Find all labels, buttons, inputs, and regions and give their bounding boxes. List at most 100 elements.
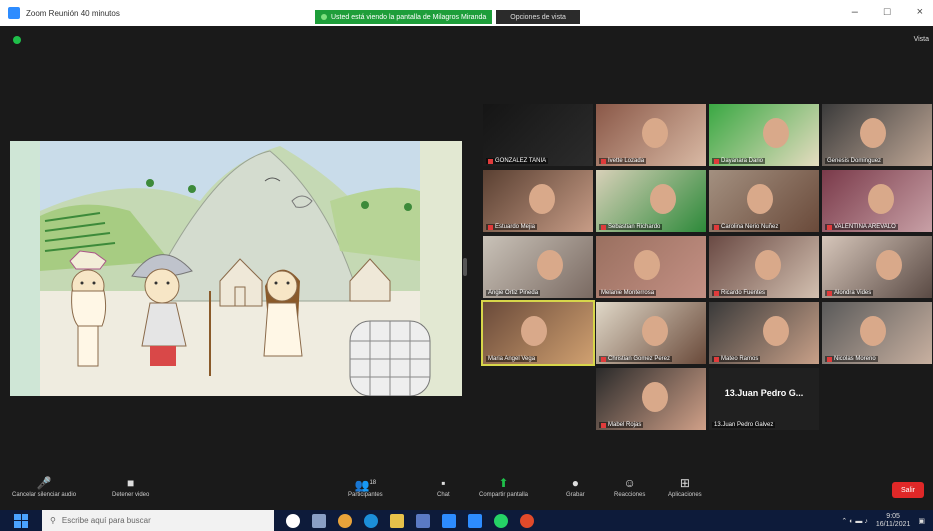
store-icon[interactable] xyxy=(416,513,430,528)
reactions-button[interactable]: ☺ Reacciones xyxy=(614,476,645,498)
participant-tile[interactable]: Maria Angel Vega xyxy=(481,300,595,366)
participant-tile[interactable]: Mabel Rojas xyxy=(596,368,706,430)
security-shield-icon[interactable] xyxy=(13,36,21,44)
participant-tile[interactable]: Ivette Lozada xyxy=(596,104,706,166)
chat-button[interactable]: ▪ Chat xyxy=(437,476,450,498)
participant-video xyxy=(709,368,819,430)
participant-tile[interactable]: Sebastian Richardo xyxy=(596,170,706,232)
windows-taskbar: ⚲ Escribe aquí para buscar ⌃ ◐ ▬ ♪ 9:05 … xyxy=(0,510,933,531)
participants-count: 18 xyxy=(369,480,377,486)
participant-name-label: Mateo Ramos xyxy=(721,356,759,362)
muted-mic-icon xyxy=(827,290,832,296)
participant-video xyxy=(483,104,593,166)
participant-name: Nicolas Moreno xyxy=(825,356,878,362)
participant-tile[interactable]: Angie Ortiz Pineda xyxy=(483,236,593,298)
participants-label: Participantes xyxy=(348,492,383,498)
participants-button[interactable]: 👥18 Participantes xyxy=(348,476,383,498)
participant-name: 13.Juan Pedro Galvez xyxy=(712,422,776,428)
participant-tile[interactable]: Mateo Ramos xyxy=(709,302,819,364)
muted-mic-icon xyxy=(827,356,832,362)
apps-button[interactable]: ⊞ Aplicaciones xyxy=(668,476,702,498)
file-explorer-icon[interactable] xyxy=(390,513,404,528)
participant-tile[interactable]: Ricardo Fuentes xyxy=(709,236,819,298)
whatsapp-icon[interactable] xyxy=(494,513,508,528)
participant-tile[interactable]: Nicolas Moreno xyxy=(822,302,932,364)
apps-label: Aplicaciones xyxy=(668,492,702,498)
participant-face xyxy=(868,184,894,214)
participant-face xyxy=(642,382,668,412)
cortana-icon[interactable] xyxy=(286,513,300,528)
participant-tile[interactable]: Melanie Monterrosa xyxy=(596,236,706,298)
share-screen-icon: ⬆ xyxy=(498,476,509,490)
view-options-button[interactable]: Opciones de vista xyxy=(496,10,580,24)
clock[interactable]: 9:05 16/11/2021 xyxy=(876,513,911,529)
record-label: Grabar xyxy=(566,492,585,498)
participant-face xyxy=(537,250,563,280)
participant-name-label: Angie Ortiz Pineda xyxy=(488,290,539,296)
participant-name-label: Alondra Vides xyxy=(834,290,872,296)
muted-mic-icon xyxy=(601,224,606,230)
clock-time: 9:05 xyxy=(886,513,900,520)
participant-face xyxy=(642,118,668,148)
chrome-icon[interactable] xyxy=(338,513,352,528)
participant-face xyxy=(634,250,660,280)
participant-tile[interactable]: VALENTINA AREVALO xyxy=(822,170,932,232)
mail-icon[interactable] xyxy=(442,513,456,528)
participant-name-label: VALENTINA AREVALO xyxy=(834,224,896,230)
participant-face xyxy=(529,184,555,214)
participant-tile[interactable]: Estuardo Mejia xyxy=(483,170,593,232)
participant-tile[interactable]: Alondra Vides xyxy=(822,236,932,298)
participant-tile[interactable]: GONZALEZ TANIA xyxy=(483,104,593,166)
split-resize-handle[interactable] xyxy=(463,258,467,276)
close-button[interactable]: × xyxy=(917,6,923,18)
meeting-toolbar: 🎤 Cancelar silenciar audio ■ Detener vid… xyxy=(0,472,933,510)
share-screen-button[interactable]: ⬆ Compartir pantalla xyxy=(479,476,528,498)
participant-name: Ivette Lozada xyxy=(599,158,647,164)
record-button[interactable]: ● Grabar xyxy=(566,476,585,498)
mute-button[interactable]: 🎤 Cancelar silenciar audio xyxy=(12,476,76,498)
participant-tile[interactable]: Christian Gomez Perez xyxy=(596,302,706,364)
window-controls: – □ × xyxy=(852,6,923,18)
apps-icon: ⊞ xyxy=(679,476,690,490)
participant-name-label: Ricardo Fuentes xyxy=(721,290,766,296)
tray-icons[interactable]: ⌃ ◐ ▬ ♪ xyxy=(841,517,867,525)
clock-date: 16/11/2021 xyxy=(875,521,911,528)
muted-mic-icon xyxy=(488,158,493,164)
muted-mic-icon xyxy=(601,158,606,164)
participants-icon: 👥18 xyxy=(354,478,377,492)
participant-name: Mateo Ramos xyxy=(712,356,761,362)
search-icon: ⚲ xyxy=(50,516,56,525)
notifications-icon[interactable]: ▣ xyxy=(918,517,925,525)
participant-face xyxy=(755,250,781,280)
chrome-alt-icon[interactable] xyxy=(520,513,534,528)
leave-button[interactable]: Salir xyxy=(892,482,924,498)
reactions-label: Reacciones xyxy=(614,492,646,498)
reactions-icon: ☺ xyxy=(623,476,636,490)
participant-tile[interactable]: Carolina Nerio Nuñez xyxy=(709,170,819,232)
share-indicator-icon xyxy=(321,14,327,20)
muted-mic-icon xyxy=(714,356,719,362)
task-view-icon[interactable] xyxy=(312,513,326,528)
minimize-button[interactable]: – xyxy=(852,6,858,18)
participant-display-name: 13.Juan Pedro G... xyxy=(724,388,804,398)
participant-tile[interactable]: Genesis Dominguez xyxy=(822,104,932,166)
edge-icon[interactable] xyxy=(364,513,378,528)
stop-video-button[interactable]: ■ Detener video xyxy=(112,476,149,498)
muted-mic-icon xyxy=(827,224,832,230)
maximize-button[interactable]: □ xyxy=(884,6,891,18)
zoom-window: Zoom Reunión 40 minutos Usted está viend… xyxy=(0,0,933,531)
participant-name: Melanie Monterrosa xyxy=(599,290,657,296)
zoom-taskbar-icon[interactable] xyxy=(468,513,482,528)
participant-name: Estuardo Mejia xyxy=(486,224,538,230)
participant-face xyxy=(650,184,676,214)
participant-name-label: Estuardo Mejia xyxy=(495,224,536,230)
participant-tile[interactable]: 13.Juan Pedro G... 13.Juan Pedro Galvez xyxy=(709,368,819,430)
muted-mic-icon xyxy=(601,422,606,428)
participant-tile[interactable]: Dayanara Dario xyxy=(709,104,819,166)
participant-name-label: Carolina Nerio Nuñez xyxy=(721,224,779,230)
participant-name-label: Sebastian Richardo xyxy=(608,224,661,230)
view-button[interactable]: Vista xyxy=(914,36,929,43)
participant-face xyxy=(763,118,789,148)
taskbar-search-input[interactable]: ⚲ Escribe aquí para buscar xyxy=(42,510,274,531)
windows-start-icon[interactable] xyxy=(14,513,28,528)
